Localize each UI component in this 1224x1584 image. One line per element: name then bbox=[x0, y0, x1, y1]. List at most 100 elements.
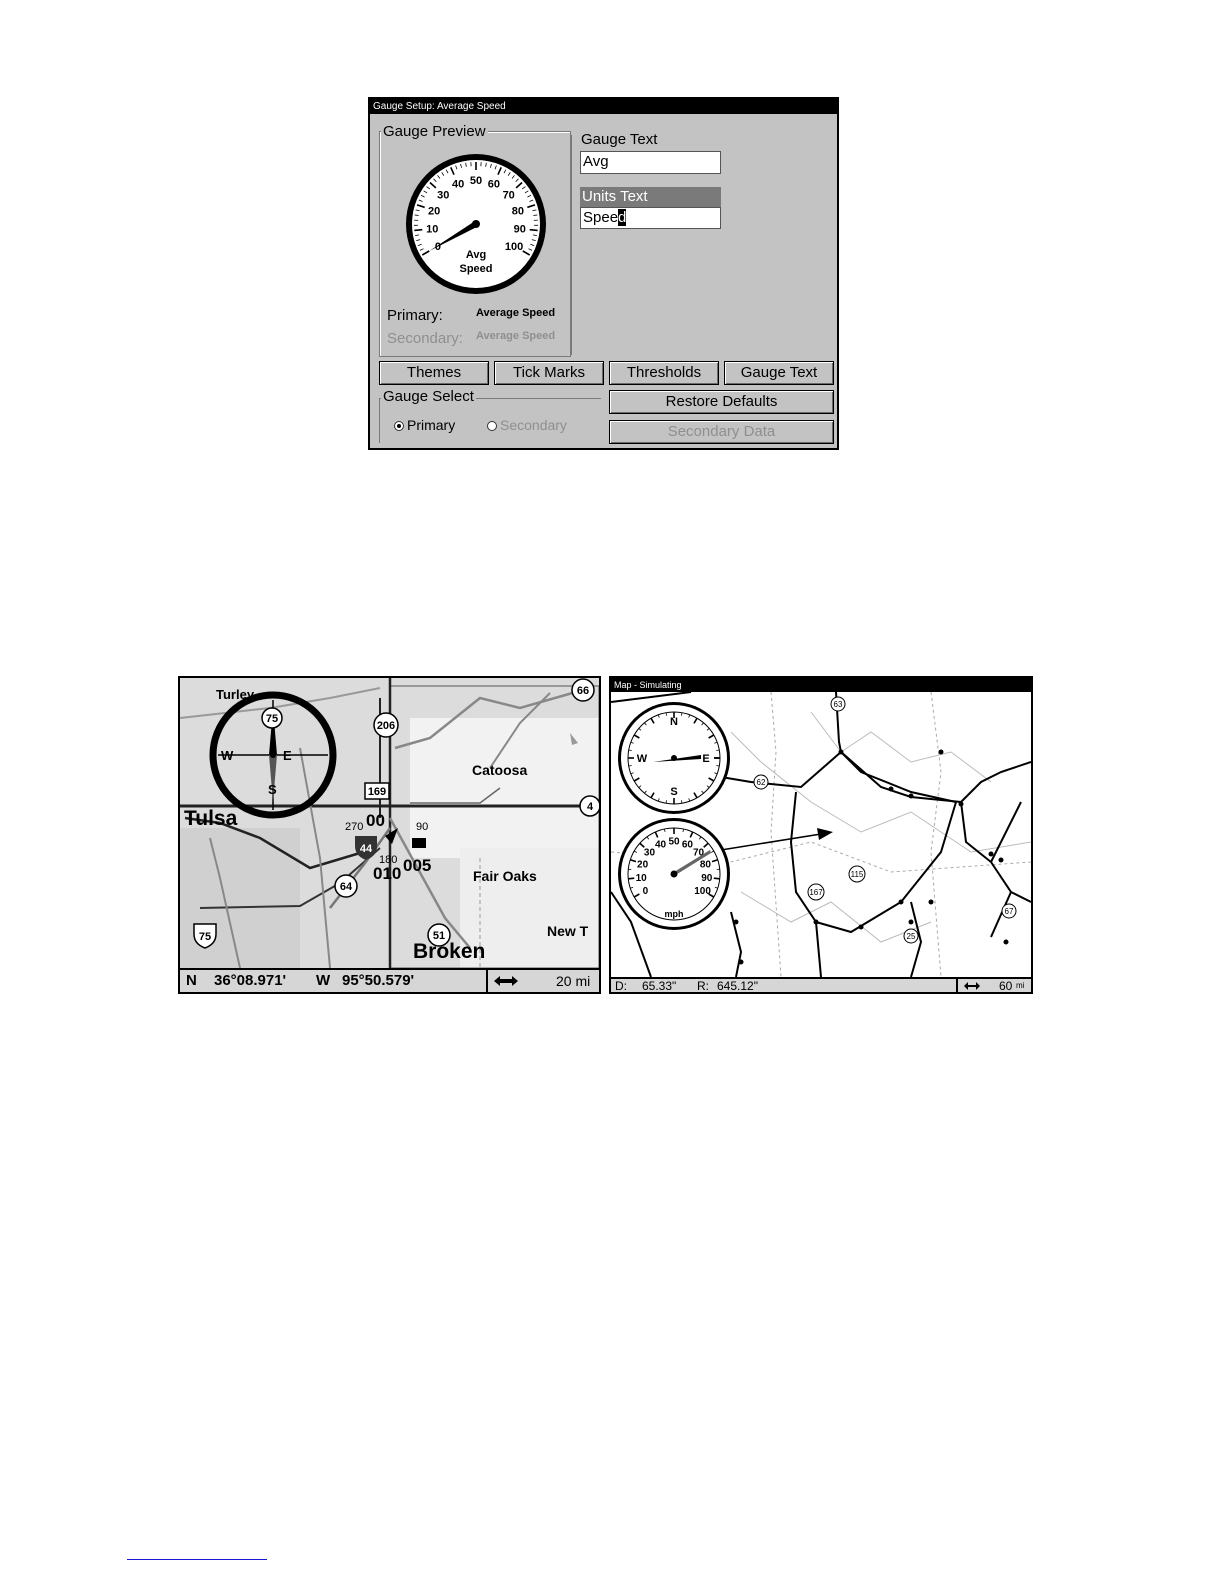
gauge-tick-label-100: 100 bbox=[505, 241, 523, 253]
speed-tick-label-20: 20 bbox=[637, 859, 649, 870]
tick-mark bbox=[716, 765, 720, 767]
radio-secondary-label: Secondary bbox=[500, 417, 567, 433]
zoom-unit: mi bbox=[1016, 981, 1025, 990]
gauge-preview-label: Gauge Preview bbox=[381, 123, 488, 140]
longitude: 95°50.579' bbox=[342, 972, 415, 989]
speed-tick-label-40: 40 bbox=[655, 839, 667, 850]
map-canvas-right[interactable]: 63 62 115 167 25 67 N S E W 0 10 203040 50 6… bbox=[611, 692, 1031, 977]
gauge-label-text: Avg bbox=[466, 249, 486, 261]
vertical-separator bbox=[571, 135, 572, 355]
range-value: 645.12" bbox=[717, 979, 758, 993]
speed-tick-label-80: 80 bbox=[700, 859, 712, 870]
status-divider bbox=[486, 968, 488, 992]
gauge-tick-label-70: 70 bbox=[503, 189, 515, 201]
horizontal-arrows-icon bbox=[964, 982, 980, 990]
footer-link-underline bbox=[127, 1559, 267, 1560]
shield-75: 75 bbox=[266, 713, 278, 725]
place-new-t: New T bbox=[547, 923, 589, 939]
place-catoosa: Catoosa bbox=[472, 762, 527, 778]
tick-marks-button[interactable]: Tick Marks bbox=[494, 361, 604, 385]
gauge-tick-label-60: 60 bbox=[488, 179, 500, 191]
secondary-value: Average Speed bbox=[476, 330, 556, 342]
map-screen-right[interactable]: Map - Simulating 63 62 115 167 25 67 N S… bbox=[609, 676, 1033, 994]
zoom-value: 60 bbox=[999, 979, 1013, 993]
compass-e: E bbox=[283, 748, 292, 763]
tick-mark bbox=[665, 800, 667, 804]
dialog-title: Gauge Setup: Average Speed bbox=[370, 99, 837, 114]
lat-prefix: N bbox=[186, 972, 197, 989]
restore-defaults-button[interactable]: Restore Defaults bbox=[609, 390, 834, 414]
compass-hub bbox=[270, 752, 276, 758]
radio-primary-label: Primary bbox=[407, 417, 456, 433]
gauge-tick-label-90: 90 bbox=[514, 223, 526, 235]
compass-hub bbox=[671, 755, 677, 761]
shield-25: 25 bbox=[907, 932, 916, 941]
speed-tick-label-100: 100 bbox=[694, 886, 711, 897]
secondary-label: Secondary: bbox=[387, 330, 463, 347]
range-label: R: bbox=[697, 979, 709, 993]
shield-206: 206 bbox=[377, 720, 395, 732]
status-divider bbox=[956, 977, 958, 992]
speed-tick-label-0: 0 bbox=[643, 886, 649, 897]
tick-mark bbox=[716, 749, 720, 751]
gauge-preview: 010203040 50 60708090100 Avg Speed bbox=[406, 154, 546, 294]
latitude: 36°08.971' bbox=[214, 972, 287, 989]
gauge-select-edge bbox=[379, 398, 380, 443]
units-text-input[interactable]: Speed bbox=[580, 207, 721, 229]
thresholds-button[interactable]: Thresholds bbox=[609, 361, 719, 385]
map-title: Map - Simulating bbox=[611, 678, 1031, 692]
primary-label: Primary: bbox=[387, 307, 443, 324]
gauge-text-input[interactable]: Avg bbox=[580, 151, 721, 174]
shield-63: 63 bbox=[834, 700, 843, 709]
speed-tick-label-50: 50 bbox=[668, 837, 680, 848]
gauge-tick-label-10: 10 bbox=[426, 223, 438, 235]
gauge-tick-label-30: 30 bbox=[437, 189, 449, 201]
speed-tick-label-30: 30 bbox=[644, 847, 656, 858]
lon-prefix: W bbox=[316, 972, 331, 989]
zoom-level: 20 mi bbox=[556, 973, 591, 989]
shield-75-lower: 75 bbox=[199, 931, 211, 943]
tick-mark bbox=[681, 800, 683, 804]
shield-115: 115 bbox=[851, 870, 864, 879]
gauge-tick-label-50: 50 bbox=[470, 175, 482, 187]
secondary-data-button[interactable]: Secondary Data bbox=[609, 420, 834, 444]
gauge-units-text: Speed bbox=[459, 263, 492, 275]
gauge-tick-label-40: 40 bbox=[452, 179, 464, 191]
shield-169: 169 bbox=[368, 786, 386, 798]
radio-selected-icon bbox=[394, 421, 404, 432]
waypoint-00: 00 bbox=[366, 811, 385, 830]
primary-value: Average Speed bbox=[476, 307, 556, 319]
tick-mark bbox=[529, 228, 538, 232]
heading-90: 90 bbox=[416, 821, 428, 833]
map-screen-left[interactable]: N S E W Turley Tulsa Catoosa Fair Oaks B… bbox=[178, 676, 601, 994]
distance-label: D: bbox=[615, 979, 627, 993]
tick-mark bbox=[628, 749, 632, 751]
tick-mark bbox=[628, 877, 635, 880]
tick-mark bbox=[665, 712, 667, 716]
shield-62: 62 bbox=[757, 778, 766, 787]
shield-4: 4 bbox=[587, 801, 594, 813]
speed-tick-label-90: 90 bbox=[701, 873, 713, 884]
compass-e: E bbox=[702, 753, 709, 765]
place-turley: Turley bbox=[216, 687, 255, 702]
themes-button[interactable]: Themes bbox=[379, 361, 489, 385]
status-bar-right: D: 65.33" R: 645.12" 60 mi bbox=[611, 977, 1031, 993]
text-cursor: d bbox=[618, 209, 627, 226]
compass-w: W bbox=[221, 748, 234, 763]
radio-secondary[interactable]: Secondary bbox=[487, 417, 567, 433]
distance-value: 65.33" bbox=[642, 979, 677, 993]
compass-w: W bbox=[637, 753, 648, 765]
compass-s: S bbox=[268, 782, 277, 797]
gauge-text-label: Gauge Text bbox=[581, 131, 658, 148]
shield-64: 64 bbox=[340, 881, 353, 893]
marina-icon bbox=[412, 838, 426, 848]
shield-51: 51 bbox=[433, 930, 445, 942]
horizontal-arrows-icon bbox=[494, 976, 518, 986]
gauge-text-button[interactable]: Gauge Text bbox=[724, 361, 834, 385]
units-text-value: Spee bbox=[583, 209, 619, 226]
map-canvas-left[interactable]: N S E W Turley Tulsa Catoosa Fair Oaks B… bbox=[180, 678, 599, 968]
gauge-setup-dialog: Gauge Setup: Average Speed Gauge Preview… bbox=[368, 97, 839, 450]
gauge-tick-label-80: 80 bbox=[512, 205, 524, 217]
radio-primary[interactable]: Primary bbox=[394, 417, 455, 433]
compass-n: N bbox=[670, 716, 678, 728]
